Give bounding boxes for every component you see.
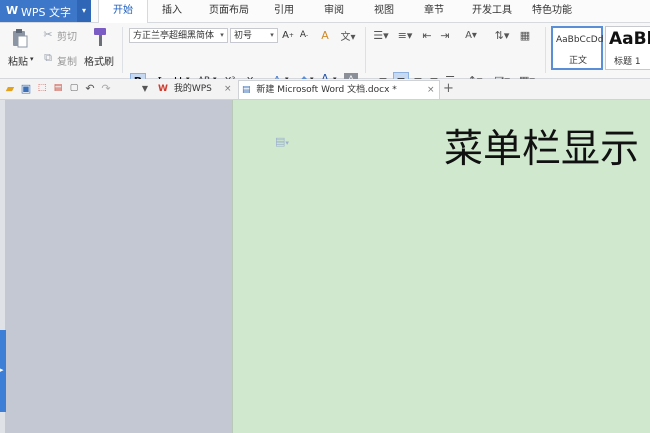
document-heading[interactable]: 菜单栏显示 <box>444 118 639 174</box>
chinese-layout-icon[interactable]: A▾ <box>460 28 482 42</box>
style-normal-preview: AaBbCcDd <box>556 35 604 45</box>
app-menu-button[interactable]: W WPS 文字 ▾ <box>0 0 91 22</box>
quick-access-dropdown-icon[interactable]: ▼ <box>140 82 150 94</box>
tab-page-layout[interactable]: 页面布局 <box>200 0 258 22</box>
redo-icon[interactable]: ↷ <box>100 82 112 95</box>
tab-chapter[interactable]: 章节 <box>416 0 452 22</box>
style-normal[interactable]: AaBbCcDd 正文 <box>551 26 603 70</box>
font-name-combo[interactable]: 方正兰亭超细黑简体 ▾ <box>129 28 228 43</box>
tab-document-label: 新建 Microsoft Word 文档.docx * <box>256 85 397 95</box>
cut-icon[interactable]: ✂ <box>42 28 54 41</box>
cut-label[interactable]: 剪切 <box>57 28 77 43</box>
shrink-font-icon[interactable]: A- <box>297 28 311 42</box>
app-name: WPS 文字 <box>21 6 71 19</box>
style-heading1-preview: AaBl <box>609 29 650 49</box>
chevron-right-icon: ▸ <box>0 366 4 374</box>
copy-label[interactable]: 复制 <box>57 53 77 68</box>
tab-developer[interactable]: 开发工具 <box>466 0 518 22</box>
ribbon-separator <box>545 27 546 73</box>
style-normal-label: 正文 <box>569 56 588 66</box>
wps-logo-icon: W <box>6 4 19 17</box>
clear-format-icon[interactable]: A <box>318 28 332 42</box>
paragraph-layout-icon[interactable]: ▤▾ <box>275 135 289 148</box>
undo-icon[interactable]: ↶ <box>84 82 96 95</box>
new-tab-button[interactable]: + <box>443 80 457 98</box>
app-dropdown-arrow-icon[interactable]: ▾ <box>77 0 91 22</box>
tab-view[interactable]: 视图 <box>366 0 402 22</box>
font-size-value: 初号 <box>234 31 253 41</box>
open-folder-icon[interactable]: ▰ <box>4 82 16 95</box>
font-name-value: 方正兰亭超细黑简体 <box>133 31 215 41</box>
ribbon-separator <box>122 27 123 73</box>
wps-home-icon: W <box>158 84 168 94</box>
paste-label[interactable]: 粘贴 <box>8 53 28 68</box>
ribbon-separator <box>365 27 366 73</box>
navigation-pane-toggle[interactable]: ▸ <box>0 330 6 412</box>
phonetic-guide-icon[interactable]: 文▾ <box>338 28 358 43</box>
style-heading1-label: 标题 1 <box>614 57 641 67</box>
document-tab-bar: ▰ ▣ ⬚ ▤ ▢ ↶ ↷ ▼ W 我的WPS × ▤ 新建 Microsoft… <box>0 79 650 100</box>
word-doc-icon: ▤ <box>242 85 251 95</box>
copy-icon[interactable]: ⧉ <box>42 51 54 64</box>
grow-font-icon[interactable]: A + <box>281 28 295 42</box>
export-pdf-icon[interactable]: ⬚ <box>36 82 48 94</box>
show-marks-icon[interactable]: ▦ <box>518 28 532 42</box>
style-heading1[interactable]: AaBl 标题 1 <box>605 26 650 70</box>
save-icon[interactable]: ▣ <box>20 82 32 95</box>
format-painter-icon[interactable] <box>90 26 110 48</box>
ribbon-toolbar: 粘贴 ▾ ✂ 剪切 ⧉ 复制 格式刷 方正兰亭超细黑简体 ▾ 初号 ▾ A + A… <box>0 23 650 89</box>
sort-icon[interactable]: ⇅▾ <box>492 28 512 42</box>
format-painter-label[interactable]: 格式刷 <box>84 53 114 68</box>
decrease-indent-icon[interactable]: ⇤ <box>420 28 434 42</box>
print-icon[interactable]: ▤ <box>52 82 64 94</box>
numbering-icon[interactable]: ≡▾ <box>396 28 414 42</box>
tab-my-wps-label: 我的WPS <box>173 84 212 94</box>
font-size-dropdown-icon[interactable]: ▾ <box>267 29 277 42</box>
bullets-icon[interactable]: ☰▾ <box>372 28 390 42</box>
tab-references[interactable]: 引用 <box>266 0 302 22</box>
tab-document[interactable]: ▤ 新建 Microsoft Word 文档.docx * × <box>238 80 440 99</box>
menu-bar: W WPS 文字 ▾ 开始 插入 页面布局 引用 审阅 视图 章节 开发工具 特… <box>0 0 650 23</box>
increase-indent-icon[interactable]: ⇥ <box>438 28 452 42</box>
tab-features[interactable]: 特色功能 <box>528 0 576 22</box>
font-size-combo[interactable]: 初号 ▾ <box>230 28 278 43</box>
paste-dropdown-icon[interactable]: ▾ <box>30 55 34 63</box>
close-tab-icon[interactable]: × <box>427 81 435 99</box>
tab-my-wps[interactable]: W 我的WPS × <box>156 80 236 98</box>
close-tab-icon[interactable]: × <box>224 80 232 98</box>
print-preview-icon[interactable]: ▢ <box>68 82 80 94</box>
tab-insert[interactable]: 插入 <box>152 0 192 22</box>
tab-home[interactable]: 开始 <box>98 0 148 23</box>
font-name-dropdown-icon[interactable]: ▾ <box>217 29 227 42</box>
paste-icon[interactable] <box>10 27 30 49</box>
tab-review[interactable]: 审阅 <box>316 0 352 22</box>
